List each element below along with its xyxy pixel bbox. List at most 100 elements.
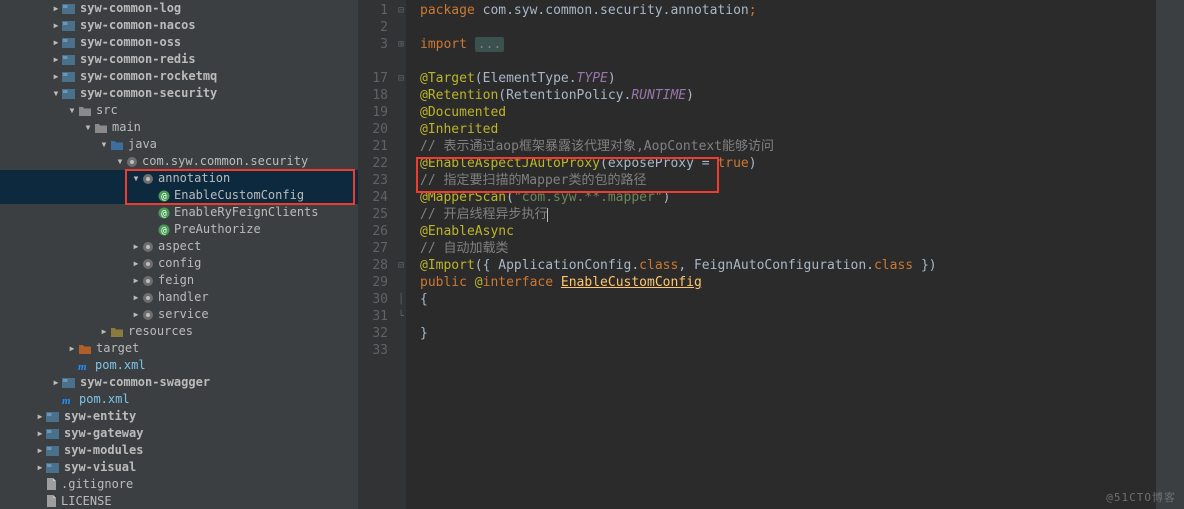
chevron-right-icon[interactable]: ▸	[34, 459, 46, 476]
line-number: 23	[358, 172, 406, 189]
chevron-right-icon[interactable]: ▸	[130, 255, 142, 272]
tree-label: LICENSE	[61, 493, 112, 509]
chevron-right-icon[interactable]: ▸	[98, 323, 110, 340]
chevron-down-icon[interactable]: ▾	[130, 170, 142, 187]
chevron-down-icon[interactable]: ▾	[82, 119, 94, 136]
tree-item-annotation[interactable]: ▾annotation	[0, 170, 358, 187]
tree-item-java[interactable]: ▾java	[0, 136, 358, 153]
tree-label: syw-common-oss	[80, 34, 181, 51]
mod-icon	[62, 377, 76, 389]
tree-item-syw-common-nacos[interactable]: ▸syw-common-nacos	[0, 17, 358, 34]
tree-item-syw-gateway[interactable]: ▸syw-gateway	[0, 425, 358, 442]
code-line: // 开启线程异步执行	[420, 206, 1156, 223]
tree-item-config[interactable]: ▸config	[0, 255, 358, 272]
tree-item-syw-modules[interactable]: ▸syw-modules	[0, 442, 358, 459]
chevron-right-icon[interactable]: ▸	[34, 442, 46, 459]
svg-text:m: m	[62, 395, 71, 406]
mod-icon	[62, 71, 76, 83]
tree-label: feign	[158, 272, 194, 289]
chevron-right-icon[interactable]: ▸	[130, 289, 142, 306]
chevron-right-icon[interactable]: ▸	[34, 408, 46, 425]
line-number: 2	[358, 19, 406, 36]
code-line: package com.syw.common.security.annotati…	[420, 2, 1156, 19]
chevron-right-icon[interactable]: ▸	[50, 17, 62, 34]
tree-item-main[interactable]: ▾main	[0, 119, 358, 136]
mod-icon	[62, 3, 76, 15]
tree-label: syw-entity	[64, 408, 136, 425]
tree-item-service[interactable]: ▸service	[0, 306, 358, 323]
line-number: 33	[358, 342, 406, 359]
chevron-right-icon[interactable]: ▸	[50, 0, 62, 17]
chevron-right-icon[interactable]: ▸	[50, 68, 62, 85]
tree-item-syw-visual[interactable]: ▸ syw-visual	[0, 459, 358, 476]
marker-bar	[1156, 0, 1170, 509]
code-line: }	[420, 325, 1156, 342]
pkg-icon	[142, 258, 154, 270]
pkg-icon	[142, 309, 154, 321]
chevron-right-icon[interactable]: ▸	[130, 272, 142, 289]
tree-item-syw-common-oss[interactable]: ▸ syw-common-oss	[0, 34, 358, 51]
srcfolder-icon	[110, 139, 124, 151]
fold-collapse-icon[interactable]: ⊟	[398, 2, 404, 19]
tree-item-syw-common-swagger[interactable]: ▸syw-common-swagger	[0, 374, 358, 391]
line-number: 25	[358, 206, 406, 223]
code-line: @Retention(RetentionPolicy.RUNTIME)	[420, 87, 1156, 104]
tree-item-feign[interactable]: ▸ feign	[0, 272, 358, 289]
fold-guide-icon: │	[398, 291, 404, 308]
fold-collapse-icon[interactable]: ⊟	[398, 257, 404, 274]
tree-item-target[interactable]: ▸target	[0, 340, 358, 357]
chevron-right-icon[interactable]: ▸	[34, 425, 46, 442]
code-line: @Target(ElementType.TYPE)	[420, 70, 1156, 87]
fold-expand-icon[interactable]: ⊞	[398, 36, 404, 53]
tree-item-com-syw-common-security[interactable]: ▾com.syw.common.security	[0, 153, 358, 170]
tree-item-syw-common-security[interactable]: ▾syw-common-security	[0, 85, 358, 102]
tree-item-resources[interactable]: ▸ resources	[0, 323, 358, 340]
line-number: 19	[358, 104, 406, 121]
mod-icon	[46, 462, 60, 474]
pkg-icon	[142, 241, 154, 253]
tree-item-license[interactable]: LICENSE	[0, 493, 358, 509]
ann-i-icon: @	[158, 207, 170, 219]
tree-item--gitignore[interactable]: .gitignore	[0, 476, 358, 493]
tree-item-aspect[interactable]: ▸aspect	[0, 238, 358, 255]
tree-item-handler[interactable]: ▸handler	[0, 289, 358, 306]
chevron-down-icon[interactable]: ▾	[98, 136, 110, 153]
chevron-right-icon[interactable]: ▸	[130, 306, 142, 323]
tree-item-syw-common-redis[interactable]: ▸syw-common-redis	[0, 51, 358, 68]
code-line: @Import({ ApplicationConfig.class, Feign…	[420, 257, 1156, 274]
tree-item-pom-xml[interactable]: mpom.xml	[0, 391, 358, 408]
chevron-right-icon[interactable]: ▸	[50, 374, 62, 391]
tree-label: resources	[128, 323, 193, 340]
chevron-down-icon[interactable]: ▾	[50, 85, 62, 102]
tree-item-enablecustomconfig[interactable]: @EnableCustomConfig	[0, 187, 358, 204]
mvn-icon: m	[78, 360, 91, 372]
tree-item-syw-common-log[interactable]: ▸syw-common-log	[0, 0, 358, 17]
tree-item-enableryfeignclients[interactable]: @EnableRyFeignClients	[0, 204, 358, 221]
chevron-down-icon[interactable]: ▾	[114, 153, 126, 170]
mod-icon	[46, 428, 60, 440]
line-number: 24	[358, 189, 406, 206]
chevron-right-icon[interactable]: ▸	[50, 34, 62, 51]
chevron-right-icon[interactable]: ▸	[50, 51, 62, 68]
folded-region[interactable]: ...	[475, 37, 504, 52]
tree-item-syw-entity[interactable]: ▸ syw-entity	[0, 408, 358, 425]
tree-item-pom-xml[interactable]: mpom.xml	[0, 357, 358, 374]
fold-collapse-icon[interactable]: ⊟	[398, 70, 404, 87]
svg-text:@: @	[161, 226, 167, 236]
right-tool-tabs[interactable]	[1170, 0, 1184, 509]
code-line: @EnableAsync	[420, 223, 1156, 240]
tree-label: syw-visual	[64, 459, 136, 476]
tree-label: src	[96, 102, 118, 119]
tree-label: .gitignore	[61, 476, 133, 493]
project-tree[interactable]: ▸syw-common-log▸syw-common-nacos▸syw-com…	[0, 0, 358, 509]
tree-item-syw-common-rocketmq[interactable]: ▸syw-common-rocketmq	[0, 68, 358, 85]
code-area[interactable]: package com.syw.common.security.annotati…	[406, 0, 1156, 509]
chevron-down-icon[interactable]: ▾	[66, 102, 78, 119]
code-editor[interactable]: 1⊟23⊞17⊟1819202122232425262728⊟2930│31└3…	[358, 0, 1170, 509]
line-number: 32	[358, 325, 406, 342]
chevron-right-icon[interactable]: ▸	[66, 340, 78, 357]
chevron-right-icon[interactable]: ▸	[130, 238, 142, 255]
tree-item-preauthorize[interactable]: @PreAuthorize	[0, 221, 358, 238]
tree-item-src[interactable]: ▾ src	[0, 102, 358, 119]
code-line: // 表示通过aop框架暴露该代理对象,AopContext能够访问	[420, 138, 1156, 155]
